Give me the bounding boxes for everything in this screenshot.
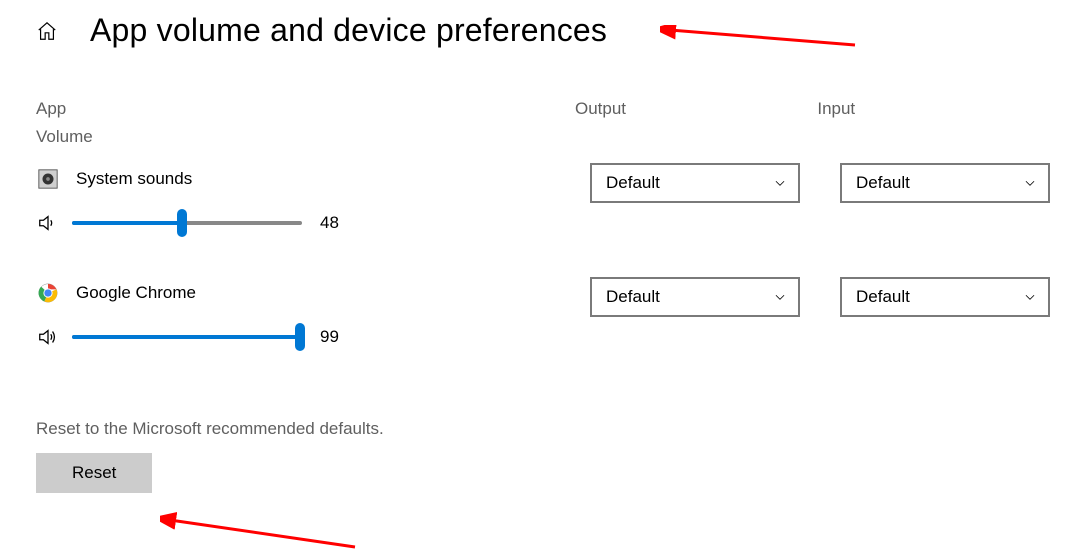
app-row: Google Chrome 99 Default bbox=[36, 277, 1050, 379]
speaker-icon[interactable] bbox=[36, 325, 60, 349]
app-row: System sounds 48 Default bbox=[36, 163, 1050, 265]
volume-value: 48 bbox=[320, 213, 350, 233]
home-icon[interactable] bbox=[36, 20, 58, 42]
output-selected: Default bbox=[606, 173, 660, 193]
output-dropdown[interactable]: Default bbox=[590, 163, 800, 203]
chevron-down-icon bbox=[772, 289, 788, 305]
input-selected: Default bbox=[856, 287, 910, 307]
chrome-icon bbox=[36, 281, 60, 305]
reset-button[interactable]: Reset bbox=[36, 453, 152, 493]
input-dropdown[interactable]: Default bbox=[840, 277, 1050, 317]
speaker-icon[interactable] bbox=[36, 211, 60, 235]
volume-value: 99 bbox=[320, 327, 350, 347]
system-sounds-icon bbox=[36, 167, 60, 191]
volume-slider[interactable] bbox=[72, 221, 302, 225]
input-selected: Default bbox=[856, 173, 910, 193]
output-dropdown[interactable]: Default bbox=[590, 277, 800, 317]
page-title: App volume and device preferences bbox=[90, 12, 607, 49]
chevron-down-icon bbox=[772, 175, 788, 191]
app-name: Google Chrome bbox=[76, 283, 196, 303]
column-input-label: Input bbox=[817, 99, 855, 118]
app-name: System sounds bbox=[76, 169, 192, 189]
output-selected: Default bbox=[606, 287, 660, 307]
reset-description: Reset to the Microsoft recommended defau… bbox=[36, 419, 1050, 439]
volume-label: Volume bbox=[36, 127, 1050, 147]
input-dropdown[interactable]: Default bbox=[840, 163, 1050, 203]
chevron-down-icon bbox=[1022, 289, 1038, 305]
volume-slider[interactable] bbox=[72, 335, 302, 339]
chevron-down-icon bbox=[1022, 175, 1038, 191]
column-output-label: Output bbox=[575, 99, 626, 118]
column-app-label: App bbox=[36, 99, 66, 118]
